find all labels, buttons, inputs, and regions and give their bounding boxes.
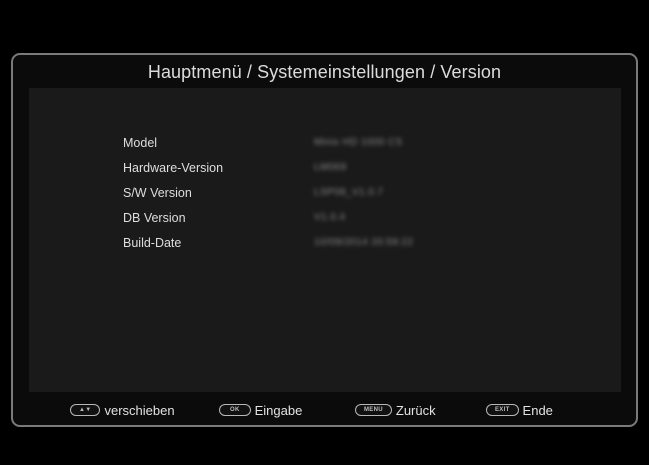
menu-window: Hauptmenü / Systemeinstellungen / Versio…: [11, 53, 638, 427]
db-version-label: DB Version: [123, 211, 186, 225]
hardware-version-label: Hardware-Version: [123, 161, 224, 175]
exit-key-icon: EXIT: [486, 404, 519, 416]
menu-key-icon: MENU: [355, 404, 392, 416]
build-date-label: Build-Date: [123, 236, 182, 250]
hardware-version-value: LM069: [314, 162, 347, 173]
page-title: Hauptmenü / Systemeinstellungen / Versio…: [147, 62, 502, 82]
db-version-value: V1.0.4: [314, 212, 346, 223]
up-down-arrow-key-icon: ▲▼: [70, 404, 101, 416]
navigate-hint[interactable]: ▲▼ verschieben: [70, 401, 175, 419]
key-hint-bar: ▲▼ verschieben OK Eingabe MENU Zurück EX…: [13, 401, 636, 421]
back-hint-label: Zurück: [395, 402, 436, 418]
sw-version-label: S/W Version: [123, 186, 192, 200]
version-info-panel: Model Minix HD 1000 CS Hardware-Version …: [29, 88, 621, 392]
back-hint[interactable]: MENU Zurück: [355, 401, 436, 419]
model-label: Model: [123, 136, 158, 150]
model-value: Minix HD 1000 CS: [314, 137, 403, 148]
ok-hint-label: Eingabe: [254, 402, 303, 418]
exit-hint[interactable]: EXIT Ende: [486, 401, 553, 419]
ok-hint[interactable]: OK Eingabe: [219, 401, 302, 419]
ok-key-icon: OK: [219, 404, 251, 416]
navigate-hint-label: verschieben: [104, 402, 175, 418]
sw-version-value: LSP08_V1.0.7: [314, 187, 384, 198]
build-date-value: 10/09/2014 20:59:22: [314, 237, 414, 248]
exit-hint-label: Ende: [522, 402, 553, 418]
